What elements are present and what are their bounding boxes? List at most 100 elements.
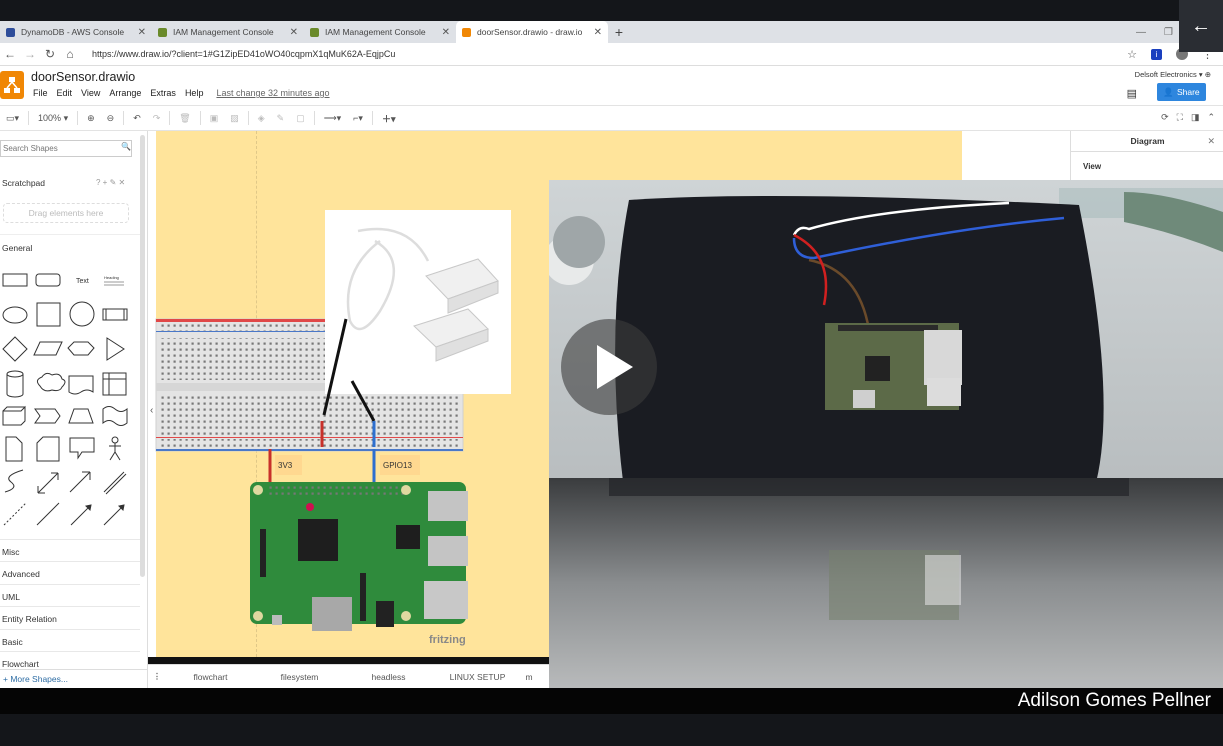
reload-icon[interactable]: ↻ <box>40 47 60 61</box>
section-advanced[interactable]: Advanced <box>0 561 140 583</box>
undo-icon[interactable]: ↶ <box>133 113 141 124</box>
browser-tab-drawio[interactable]: doorSensor.drawio - draw.io ✕ <box>456 21 608 43</box>
search-icon[interactable]: 🔍 <box>121 142 131 151</box>
label-3v3-note[interactable]: 3V3 <box>275 455 302 475</box>
extension-icon[interactable]: i <box>1151 48 1162 60</box>
hexagon-shape <box>67 341 95 356</box>
section-flowchart[interactable]: Flowchart <box>0 651 140 669</box>
divider <box>199 111 201 125</box>
forward-icon[interactable]: → <box>20 47 40 61</box>
label-gpio13-note[interactable]: GPIO13 <box>380 455 420 475</box>
share-button[interactable]: 👤 Share <box>1157 83 1206 101</box>
more-shapes-button[interactable]: + More Shapes... <box>0 669 148 688</box>
close-tab-icon[interactable]: ✕ <box>138 27 146 38</box>
close-tab-icon[interactable]: ✕ <box>290 27 298 38</box>
scratchpad-dropzone[interactable]: Drag elements here <box>3 203 129 223</box>
shapes-panel: 🔍 Scratchpad ? + ✎ ✕ Drag elements here … <box>0 131 148 688</box>
close-tab-icon[interactable]: ✕ <box>594 27 602 38</box>
scratchpad-controls[interactable]: ? + ✎ ✕ <box>96 178 125 187</box>
textbox-shape: Heading <box>104 275 119 280</box>
page-tab-linux-setup[interactable]: LINUX SETUP <box>433 672 522 682</box>
tab-label: IAM Management Console <box>173 27 274 37</box>
back-icon[interactable]: ← <box>0 47 20 61</box>
format-icon[interactable]: ◨ <box>1191 112 1200 123</box>
to-back-icon[interactable]: ▨ <box>230 113 239 124</box>
general-shapes-grid[interactable]: Text Heading <box>0 266 140 526</box>
window-controls: — ❐ <box>1136 21 1173 43</box>
rectangle-shape <box>2 273 28 287</box>
menu-view[interactable]: View <box>81 88 100 98</box>
page-tab-more[interactable]: m <box>522 672 536 682</box>
circuit-diagram[interactable]: 3V3 GPIO13 fritzing ‹ <box>148 131 549 657</box>
redo-icon[interactable]: ↷ <box>153 113 161 124</box>
to-front-icon[interactable]: ▣ <box>210 113 219 124</box>
ellipse-shape <box>2 306 28 324</box>
scratchpad-header[interactable]: Scratchpad <box>2 178 45 188</box>
back-arrow-icon[interactable]: ← <box>1179 0 1223 52</box>
menu-file[interactable]: File <box>33 88 48 98</box>
raspberry-pi-board[interactable] <box>250 482 468 631</box>
zoom-in-icon[interactable]: ⊕ <box>87 113 95 124</box>
browser-tab-iam-2[interactable]: IAM Management Console ✕ <box>304 21 456 43</box>
home-icon[interactable]: ⌂ <box>60 47 80 61</box>
zoom-select[interactable]: 100% ▾ <box>38 113 68 124</box>
page-tab-flowchart[interactable]: flowchart <box>166 672 255 682</box>
connection-icon[interactable]: ⟶▾ <box>324 113 341 124</box>
insert-icon[interactable]: ＋▾ <box>382 112 396 125</box>
format-panel: Diagram ✕ View <box>1070 131 1223 181</box>
video-player[interactable] <box>549 180 1223 688</box>
collapse-icon[interactable]: ⌃ <box>1207 112 1215 123</box>
shapes-scrollbar[interactable] <box>140 135 145 577</box>
delete-icon[interactable]: 🗑 <box>179 113 190 124</box>
new-tab-button[interactable]: + <box>608 21 630 43</box>
bidirectional-arrow-shape <box>37 472 59 494</box>
search-shapes-input[interactable] <box>0 140 132 157</box>
menu-arrange[interactable]: Arrange <box>109 88 141 98</box>
section-basic[interactable]: Basic <box>0 629 140 651</box>
divider <box>313 111 315 125</box>
general-section-header[interactable]: General <box>0 234 140 258</box>
last-change-link[interactable]: Last change 32 minutes ago <box>216 88 329 98</box>
waypoints-icon[interactable]: ⌐▾ <box>353 113 363 124</box>
iam-favicon-icon <box>310 27 319 37</box>
zoom-out-icon[interactable]: ⊖ <box>107 113 115 124</box>
section-uml[interactable]: UML <box>0 584 140 606</box>
line-color-icon[interactable]: ✎ <box>277 113 285 124</box>
browser-tab-iam-1[interactable]: IAM Management Console ✕ <box>152 21 304 43</box>
cylinder-shape <box>6 370 24 398</box>
org-selector[interactable]: Delsoft Electronics ▾ ⊕ <box>1135 70 1211 79</box>
shadow-icon[interactable]: ▢ <box>296 113 305 124</box>
fill-color-icon[interactable]: ◈ <box>258 113 265 124</box>
menu-help[interactable]: Help <box>185 88 204 98</box>
format-panel-toggle-icon[interactable]: ▭▾ <box>6 113 19 124</box>
url-field[interactable]: https://www.draw.io/?client=1#G1ZipED41o… <box>92 49 1127 59</box>
play-button-icon[interactable] <box>561 319 657 415</box>
section-misc[interactable]: Misc <box>0 539 140 561</box>
video-frame <box>549 180 1223 688</box>
section-entity-relation[interactable]: Entity Relation <box>0 606 140 628</box>
minimize-icon[interactable]: — <box>1136 27 1146 38</box>
bookmark-star-icon[interactable]: ☆ <box>1127 48 1137 61</box>
drawio-header: doorSensor.drawio File Edit View Arrange… <box>0 66 1223 106</box>
menu-extras[interactable]: Extras <box>150 88 176 98</box>
reed-switch-image[interactable] <box>325 210 511 394</box>
tab-diagram[interactable]: Diagram <box>1071 131 1223 152</box>
internal-storage-shape <box>102 372 127 396</box>
comments-icon[interactable]: ▤ <box>1127 87 1137 100</box>
browser-tab-dynamodb[interactable]: DynamoDB - AWS Console ✕ <box>0 21 152 43</box>
drawio-toolbar: ▭▾ 100% ▾ ⊕ ⊖ ↶ ↷ 🗑 ▣ ▨ ◈ ✎ ▢ ⟶▾ ⌐▾ ＋▾ ⟳… <box>0 106 1223 131</box>
globe-icon[interactable]: ⊕ <box>1205 70 1211 79</box>
pages-menu-icon[interactable]: ⋮ <box>148 671 166 682</box>
aws-favicon-icon <box>6 27 15 37</box>
fullscreen-icon[interactable]: ⛶ <box>1177 112 1183 123</box>
menu-edit[interactable]: Edit <box>57 88 73 98</box>
parallelogram-shape <box>33 341 63 356</box>
sync-icon[interactable]: ⟳ <box>1161 112 1169 123</box>
actor-shape <box>109 436 121 461</box>
document-title[interactable]: doorSensor.drawio <box>31 70 135 84</box>
maximize-icon[interactable]: ❐ <box>1164 27 1173 38</box>
close-icon[interactable]: ✕ <box>1207 136 1215 147</box>
page-tab-filesystem[interactable]: filesystem <box>255 672 344 682</box>
close-tab-icon[interactable]: ✕ <box>442 27 450 38</box>
page-tab-headless[interactable]: headless <box>344 672 433 682</box>
